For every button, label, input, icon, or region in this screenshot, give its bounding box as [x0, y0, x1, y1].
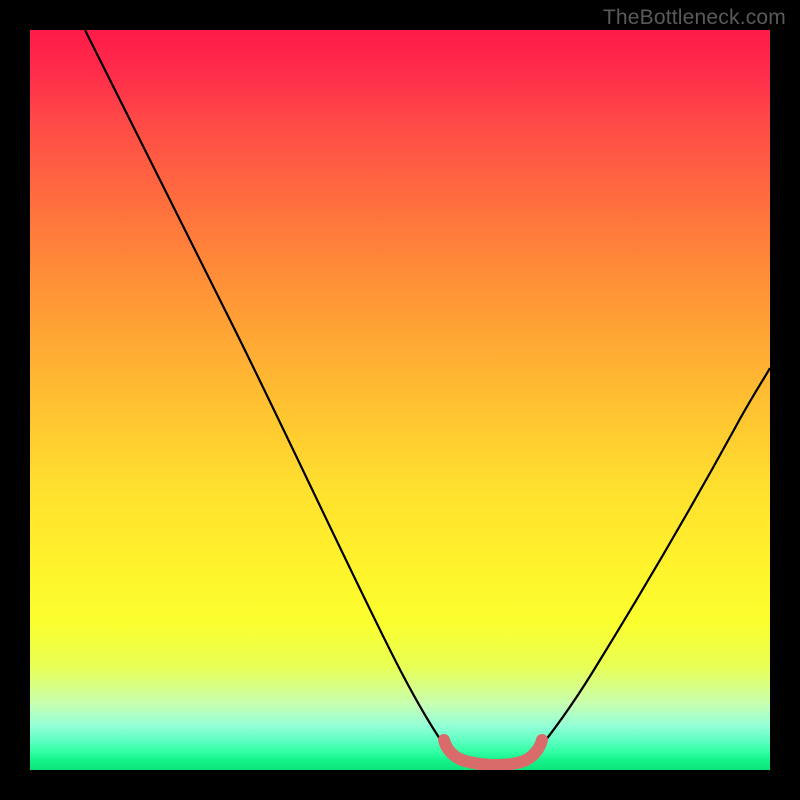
curve-left-branch	[85, 30, 448, 750]
optimal-range-segment	[444, 740, 542, 765]
chart-curve-layer	[30, 30, 770, 770]
watermark-text: TheBottleneck.com	[603, 6, 786, 30]
curve-right-branch	[538, 368, 770, 750]
chart-plot-area	[30, 30, 770, 770]
